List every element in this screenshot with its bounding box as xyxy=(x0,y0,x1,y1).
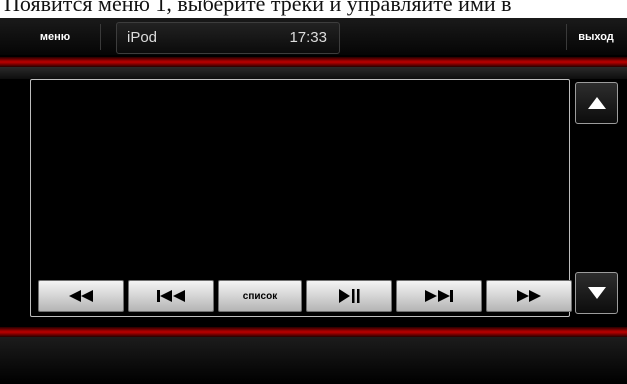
menu-button[interactable]: меню xyxy=(10,24,101,50)
exit-button[interactable]: выход xyxy=(566,24,625,50)
source-name: iPod xyxy=(127,29,158,46)
skip-back-icon xyxy=(157,290,185,302)
rewind-icon xyxy=(69,290,93,302)
rewind-button[interactable] xyxy=(38,280,124,312)
next-track-button[interactable] xyxy=(396,280,482,312)
screen: Появится меню 1, выберите треки и управл… xyxy=(0,0,627,384)
bottom-bar xyxy=(0,337,627,384)
document-caption: Появится меню 1, выберите треки и управл… xyxy=(0,0,627,18)
triangle-down-icon xyxy=(587,287,606,299)
fast-forward-icon xyxy=(517,290,541,302)
caption-text: Появится меню 1, выберите треки и управл… xyxy=(4,0,512,16)
play-pause-icon xyxy=(339,289,360,303)
play-pause-button[interactable] xyxy=(306,280,392,312)
red-divider-bottom xyxy=(0,327,627,337)
skip-forward-icon xyxy=(425,290,453,302)
dark-strip xyxy=(0,67,627,79)
list-button[interactable]: список xyxy=(218,280,302,312)
playback-controls: список xyxy=(38,280,572,312)
red-divider-top xyxy=(0,57,627,67)
previous-track-button[interactable] xyxy=(128,280,214,312)
triangle-up-icon xyxy=(587,97,606,109)
scroll-down-button[interactable] xyxy=(575,272,618,314)
header-bar: меню iPod 17:33 выход xyxy=(0,18,627,55)
fast-forward-button[interactable] xyxy=(486,280,572,312)
clock: 17:33 xyxy=(289,29,327,46)
scroll-up-button[interactable] xyxy=(575,82,618,124)
source-display: iPod 17:33 xyxy=(116,22,340,54)
